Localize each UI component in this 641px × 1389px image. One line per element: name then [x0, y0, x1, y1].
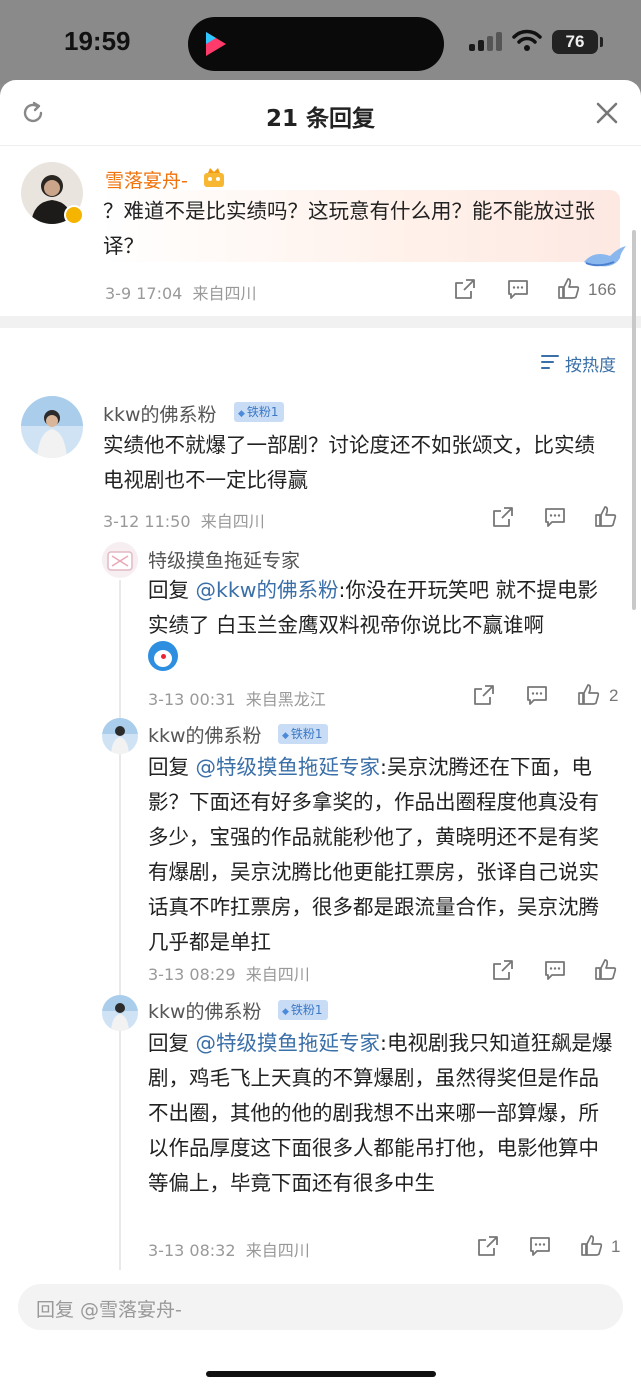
sheet-title: 21 条回复	[265, 106, 375, 132]
comment-location: 来自四川	[245, 1241, 310, 1260]
comment-location: 来自黑龙江	[245, 690, 326, 709]
avatar[interactable]	[102, 718, 138, 754]
app-logo-icon	[206, 32, 226, 56]
share-icon[interactable]	[491, 958, 515, 982]
comment-icon[interactable]	[506, 277, 530, 301]
root-comment-text: ？难道不是比实绩吗？这玩意有什么用？能不能放过张译？	[103, 199, 595, 258]
status-time: 19:59	[64, 26, 131, 56]
mention-link[interactable]: @kkw的佛系粉	[196, 578, 339, 602]
reply-prefix: 回复	[148, 1031, 189, 1055]
like-icon[interactable]	[594, 958, 618, 982]
root-username[interactable]: 雪落宴舟-	[105, 166, 188, 193]
doraemon-emoji-icon	[148, 641, 178, 671]
share-icon[interactable]	[476, 1234, 500, 1258]
share-icon[interactable]	[491, 505, 515, 529]
crown-icon	[204, 168, 224, 187]
comment-text: 回复 @kkw的佛系粉:你没在开玩笑吧 就不提电影实绩了 白玉兰金鹰双料视帝你说…	[148, 573, 618, 643]
comment-meta: 3-13 00:31 来自黑龙江	[148, 686, 326, 710]
scrollbar[interactable]	[632, 230, 636, 610]
comment-location: 来自四川	[245, 965, 310, 984]
comment-time: 3-13 00:31	[148, 690, 236, 709]
comment-body: :吴京沈腾还在下面，电影？下面还有好多拿奖的，作品出圈程度他真没有多少，宝强的作…	[148, 755, 599, 954]
comment-location: 来自四川	[192, 284, 257, 303]
section-divider	[0, 316, 641, 328]
comment-text: 回复 @特级摸鱼拖延专家:电视剧我只知道狂飙是爆剧，鸡毛飞上天真的不算爆剧，虽然…	[148, 1026, 613, 1201]
like-icon[interactable]	[577, 683, 601, 707]
share-icon[interactable]	[472, 683, 496, 707]
comment-username[interactable]: 特级摸鱼拖延专家	[148, 546, 300, 573]
comment-text: 回复 @特级摸鱼拖延专家:吴京沈腾还在下面，电影？下面还有好多拿奖的，作品出圈程…	[148, 750, 613, 960]
comment-meta: 3-13 08:29 来自四川	[148, 961, 310, 985]
mention-link[interactable]: @特级摸鱼拖延专家	[196, 1031, 381, 1055]
reply-input-placeholder: 回复 @雪落宴舟-	[36, 1299, 182, 1321]
close-icon[interactable]	[595, 101, 619, 125]
signal-icon	[469, 31, 505, 51]
comment-location: 来自四川	[200, 512, 265, 531]
battery-tip	[600, 37, 603, 47]
thread-line	[119, 580, 121, 1270]
mention-link[interactable]: @特级摸鱼拖延专家	[196, 755, 381, 779]
fan-badge: 铁粉1	[278, 724, 328, 744]
comment-username[interactable]: kkw的佛系粉	[148, 721, 262, 748]
fan-badge: 铁粉1	[234, 402, 284, 422]
home-indicator[interactable]	[206, 1371, 436, 1377]
comment-time: 3-13 08:29	[148, 965, 236, 984]
comment-username[interactable]: kkw的佛系粉	[148, 997, 262, 1024]
comment-icon[interactable]	[543, 958, 567, 982]
comment-time: 3-9 17:04	[105, 284, 183, 303]
comment-icon[interactable]	[528, 1234, 552, 1258]
wifi-icon	[512, 29, 542, 51]
like-count: 1	[611, 1237, 621, 1256]
comment-meta: 3-13 08:32 来自四川	[148, 1237, 310, 1261]
share-icon[interactable]	[453, 277, 477, 301]
like-icon[interactable]	[594, 505, 618, 529]
comment-time: 3-13 08:32	[148, 1241, 236, 1260]
avatar[interactable]	[21, 396, 83, 458]
comment-time: 3-12 11:50	[103, 512, 191, 531]
comment-icon[interactable]	[543, 505, 567, 529]
root-comment-meta: 3-9 17:04 来自四川	[105, 280, 257, 304]
status-bar: 19:59 76	[0, 0, 641, 84]
fan-badge: 铁粉1	[278, 1000, 328, 1020]
verified-icon	[64, 205, 84, 225]
reply-input[interactable]: 回复 @雪落宴舟-	[18, 1284, 623, 1330]
comment-icon[interactable]	[525, 683, 549, 707]
like-count: 2	[609, 686, 619, 705]
reply-prefix: 回复	[148, 755, 189, 779]
dynamic-island	[188, 17, 444, 71]
avatar[interactable]	[102, 542, 138, 578]
battery-indicator: 76	[552, 30, 598, 54]
comment-text: 实绩他不就爆了一部剧？讨论度还不如张颂文，比实绩电视剧也不一定比得赢	[103, 433, 595, 492]
comment-username[interactable]: kkw的佛系粉	[103, 400, 217, 427]
comment-body: :电视剧我只知道狂飙是爆剧，鸡毛飞上天真的不算爆剧，虽然得奖但是作品不出圈，其他…	[148, 1031, 613, 1195]
sort-by-heat-button[interactable]: 按热度	[565, 351, 616, 376]
like-icon[interactable]	[580, 1234, 604, 1258]
sheet-header: 21 条回复	[0, 80, 641, 146]
reply-prefix: 回复	[148, 578, 189, 602]
like-count: 166	[588, 280, 617, 299]
avatar[interactable]	[102, 995, 138, 1031]
comment-meta: 3-12 11:50 来自四川	[103, 508, 265, 532]
sort-icon[interactable]	[540, 352, 560, 372]
like-icon[interactable]	[557, 277, 581, 301]
